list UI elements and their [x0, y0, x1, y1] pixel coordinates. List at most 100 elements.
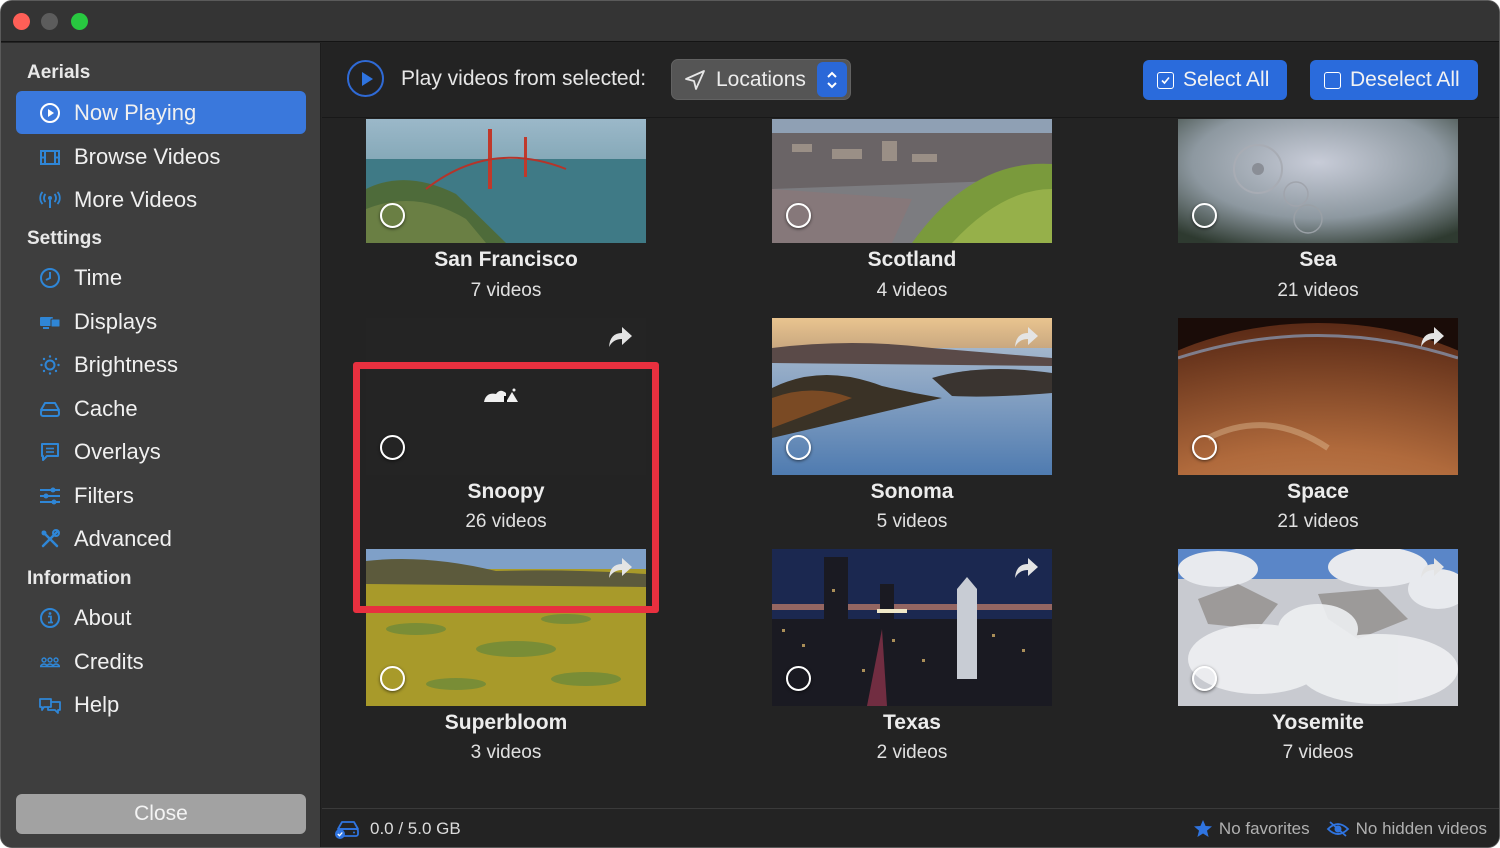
- sidebar-item-label: Now Playing: [74, 99, 197, 125]
- select-checkbox[interactable]: [1192, 203, 1217, 228]
- tile-count: 7 videos: [1282, 742, 1354, 763]
- tile-name: Snoopy: [467, 480, 545, 503]
- tile-count: 4 videos: [876, 280, 948, 301]
- chevron-up-down-icon: [817, 62, 847, 97]
- title-bar: [1, 1, 1499, 42]
- sidebar-item-filters[interactable]: Filters: [16, 474, 306, 517]
- thumbnail-yosemite[interactable]: [1178, 549, 1458, 706]
- people-icon: [39, 651, 61, 673]
- sidebar-item-help[interactable]: Help: [16, 683, 306, 726]
- select-checkbox[interactable]: [786, 435, 811, 460]
- select-checkbox[interactable]: [786, 666, 811, 691]
- eye-slash-icon: [1326, 821, 1349, 837]
- select-checkbox[interactable]: [786, 203, 811, 228]
- tile-name: Sonoma: [870, 480, 954, 503]
- select-all-label: Select All: [1183, 68, 1270, 91]
- sidebar-item-browse-videos[interactable]: Browse Videos: [16, 135, 306, 178]
- location-arrow-icon: [685, 69, 705, 90]
- select-checkbox[interactable]: [380, 666, 405, 691]
- thumbnail-texas[interactable]: [772, 549, 1052, 706]
- status-bar: 0.0 / 5.0 GB No favorites No hidden vide…: [322, 808, 1499, 847]
- tile-count: 5 videos: [876, 511, 948, 532]
- sidebar-item-label: About: [74, 604, 132, 630]
- sidebar-item-label: Time: [74, 264, 123, 290]
- share-arrow-icon[interactable]: [1418, 325, 1446, 349]
- clock-icon: [39, 267, 61, 289]
- minimize-window-button[interactable]: [41, 13, 58, 30]
- sidebar-item-label: Brightness: [74, 351, 178, 377]
- sidebar: Aerials Now Playing Browse Videos More V…: [1, 43, 321, 847]
- thumbnail-san-francisco[interactable]: [366, 119, 646, 243]
- thumbnail-sea[interactable]: [1178, 119, 1458, 243]
- play-circle-icon: [39, 102, 61, 124]
- checked-box-icon: [1157, 71, 1174, 89]
- tile-name: Superbloom: [444, 711, 568, 734]
- share-arrow-icon[interactable]: [1418, 556, 1446, 580]
- main-panel: Play videos from selected: Locations Sel…: [322, 43, 1499, 847]
- tile-name: San Francisco: [434, 248, 578, 271]
- deselect-all-button[interactable]: Deselect All: [1310, 60, 1478, 100]
- sidebar-item-label: Overlays: [74, 438, 161, 464]
- share-arrow-icon[interactable]: [1012, 325, 1040, 349]
- play-videos-label: Play videos from selected:: [401, 67, 647, 90]
- tile-name: Scotland: [867, 248, 957, 271]
- toolbar: Play videos from selected: Locations Sel…: [322, 43, 1499, 118]
- sidebar-item-credits[interactable]: Credits: [16, 640, 306, 683]
- tile-name: Sea: [1299, 248, 1337, 271]
- sun-icon: [39, 354, 61, 376]
- close-window-button[interactable]: [13, 13, 30, 30]
- sliders-icon: [39, 485, 61, 507]
- empty-box-icon: [1324, 71, 1341, 89]
- sidebar-item-displays[interactable]: Displays: [16, 300, 306, 343]
- star-icon: [1193, 820, 1212, 837]
- section-title-settings: Settings: [27, 228, 102, 249]
- tile-count: 21 videos: [1277, 511, 1359, 532]
- thumbnail-space[interactable]: [1178, 318, 1458, 475]
- tile-name: Yosemite: [1272, 711, 1364, 734]
- source-selected-value: Locations: [716, 67, 806, 91]
- select-checkbox[interactable]: [1192, 666, 1217, 691]
- share-arrow-icon[interactable]: [1012, 556, 1040, 580]
- select-checkbox[interactable]: [380, 203, 405, 228]
- tile-count: 2 videos: [876, 742, 948, 763]
- sidebar-item-cache[interactable]: Cache: [16, 387, 306, 430]
- section-title-information: Information: [27, 568, 132, 589]
- app-window: Aerials Now Playing Browse Videos More V…: [0, 0, 1500, 848]
- tile-count: 21 videos: [1277, 280, 1359, 301]
- select-all-button[interactable]: Select All: [1143, 60, 1287, 100]
- sidebar-item-advanced[interactable]: Advanced: [16, 517, 306, 560]
- share-arrow-icon[interactable]: [606, 556, 634, 580]
- sidebar-item-overlays[interactable]: Overlays: [16, 430, 306, 473]
- select-checkbox[interactable]: [380, 435, 405, 460]
- sidebar-item-label: Browse Videos: [74, 143, 221, 169]
- play-icon: [361, 71, 373, 86]
- tile-count: 3 videos: [470, 742, 542, 763]
- message-icon: [39, 441, 61, 463]
- thumbnail-scotland[interactable]: [772, 119, 1052, 243]
- share-arrow-icon[interactable]: [606, 325, 634, 349]
- sidebar-item-label: Help: [74, 691, 120, 717]
- close-button[interactable]: Close: [16, 794, 306, 834]
- thumbnail-sonoma[interactable]: [772, 318, 1052, 475]
- favorites-status[interactable]: No favorites: [1219, 819, 1310, 839]
- play-button[interactable]: [347, 60, 384, 97]
- displays-icon: [39, 311, 61, 333]
- thumbnail-snoopy[interactable]: [366, 318, 646, 475]
- cache-usage-text: 0.0 / 5.0 GB: [370, 819, 461, 838]
- info-icon: [39, 607, 61, 629]
- sidebar-item-time[interactable]: Time: [16, 256, 306, 299]
- sidebar-item-label: Displays: [74, 308, 158, 334]
- tools-icon: [39, 528, 61, 550]
- sidebar-item-about[interactable]: About: [16, 596, 306, 639]
- maximize-window-button[interactable]: [71, 13, 88, 30]
- source-popup-button[interactable]: Locations: [671, 59, 851, 100]
- tile-count: 7 videos: [470, 280, 542, 301]
- sidebar-item-now-playing[interactable]: Now Playing: [16, 91, 306, 134]
- thumbnail-superbloom[interactable]: [366, 549, 646, 706]
- hidden-videos-status[interactable]: No hidden videos: [1356, 819, 1487, 839]
- sidebar-item-more-videos[interactable]: More Videos: [16, 178, 306, 221]
- section-title-aerials: Aerials: [27, 62, 91, 83]
- select-checkbox[interactable]: [1192, 435, 1217, 460]
- deselect-all-label: Deselect All: [1350, 68, 1460, 91]
- sidebar-item-brightness[interactable]: Brightness: [16, 343, 306, 386]
